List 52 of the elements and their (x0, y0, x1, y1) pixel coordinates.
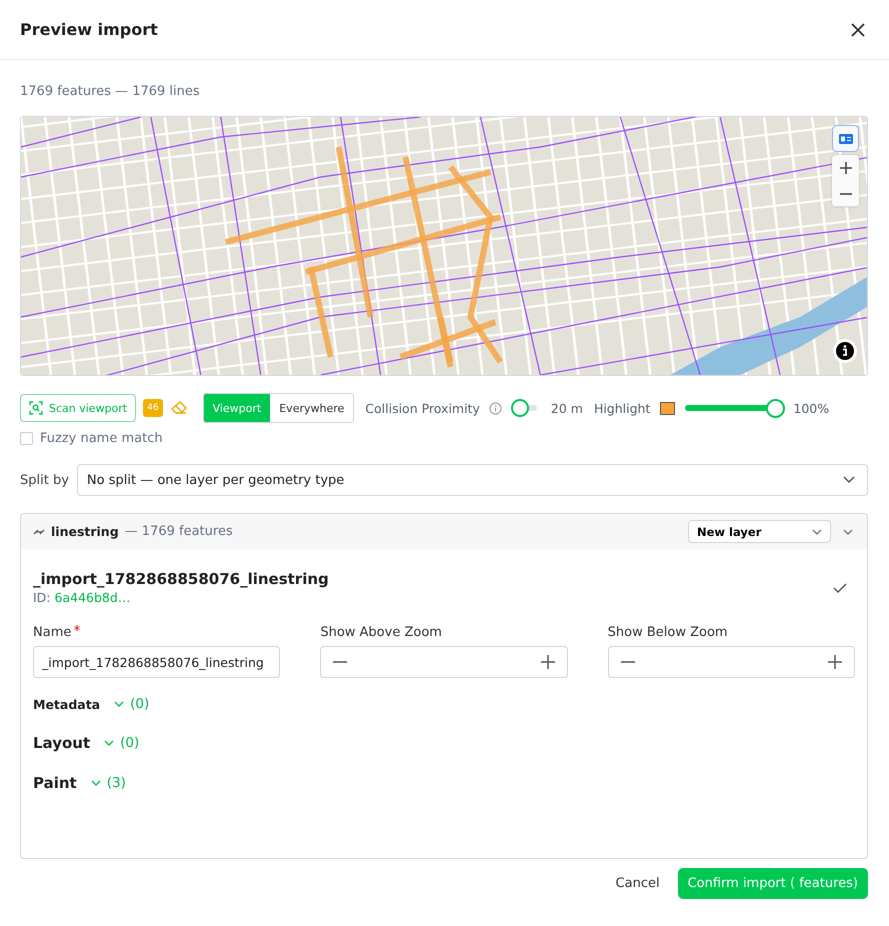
id-card-button[interactable] (832, 125, 859, 152)
field-label: Show Above Zoom (320, 625, 442, 640)
section-title: Layout (33, 734, 90, 752)
highlight-label: Highlight (594, 400, 650, 416)
section-title: Paint (33, 774, 77, 792)
field-label: Show Below Zoom (608, 625, 728, 640)
collision-label: Collision Proximity (365, 400, 480, 416)
highlight-slider[interactable] (685, 398, 786, 418)
plus-icon[interactable] (540, 655, 555, 669)
chevron-down-icon (90, 780, 101, 786)
check-icon (833, 582, 847, 592)
fuzzy-checkbox[interactable] (20, 432, 33, 445)
expand-button[interactable] (841, 526, 855, 536)
field-label: Name (33, 625, 72, 640)
section-toggle[interactable]: (0) (104, 735, 140, 751)
import-summary: 1769 features — 1769 lines (20, 84, 200, 99)
layer-name: _import_1782868858076_linestring (33, 570, 329, 588)
fuzzy-label: Fuzzy name match (40, 431, 163, 446)
highlight-swatch[interactable] (660, 402, 676, 414)
section-title: Metadata (33, 696, 100, 712)
chevron-icon (843, 528, 853, 534)
dialog-title: Preview import (20, 20, 158, 39)
collision-reading: 20 m (550, 400, 583, 416)
collision-toggle[interactable] (510, 399, 537, 417)
cancel-button[interactable]: Cancel (616, 876, 660, 891)
count-badge: 46 (143, 399, 163, 417)
geometry-type: linestring (51, 524, 119, 539)
feature-count: — 1769 features (124, 524, 233, 539)
plus-icon[interactable] (828, 655, 842, 669)
name-field[interactable]: _import_1782868858076_linestring (33, 646, 280, 678)
info-icon (488, 402, 502, 414)
id-card-icon (838, 132, 854, 144)
chevron-down-icon (114, 701, 124, 707)
section-toggle[interactable]: (3) (90, 775, 126, 791)
confirm-button[interactable]: Confirm import ( features) (678, 868, 868, 899)
section-toggle[interactable]: (0) (114, 696, 150, 712)
scan-viewport-button[interactable]: Scan viewport (20, 394, 136, 422)
plus-icon (840, 162, 852, 174)
scope-tab[interactable]: Viewport (204, 394, 270, 422)
highlight-reading: 100% (793, 400, 830, 416)
chevron-down-icon (812, 528, 822, 534)
eraser-icon (170, 401, 187, 415)
split-select[interactable]: No split — one layer per geometry type (76, 464, 868, 496)
scan-icon (29, 401, 43, 415)
layer-id: 6a446b8d… (54, 590, 130, 605)
target-select[interactable]: New layer (688, 520, 831, 543)
id-label: ID: (33, 590, 51, 605)
info-icon (835, 341, 855, 361)
chevron-down-icon (104, 740, 114, 746)
split-label: Split by (20, 472, 69, 488)
chevron-down-icon (843, 476, 855, 484)
slider-thumb[interactable] (766, 398, 786, 418)
